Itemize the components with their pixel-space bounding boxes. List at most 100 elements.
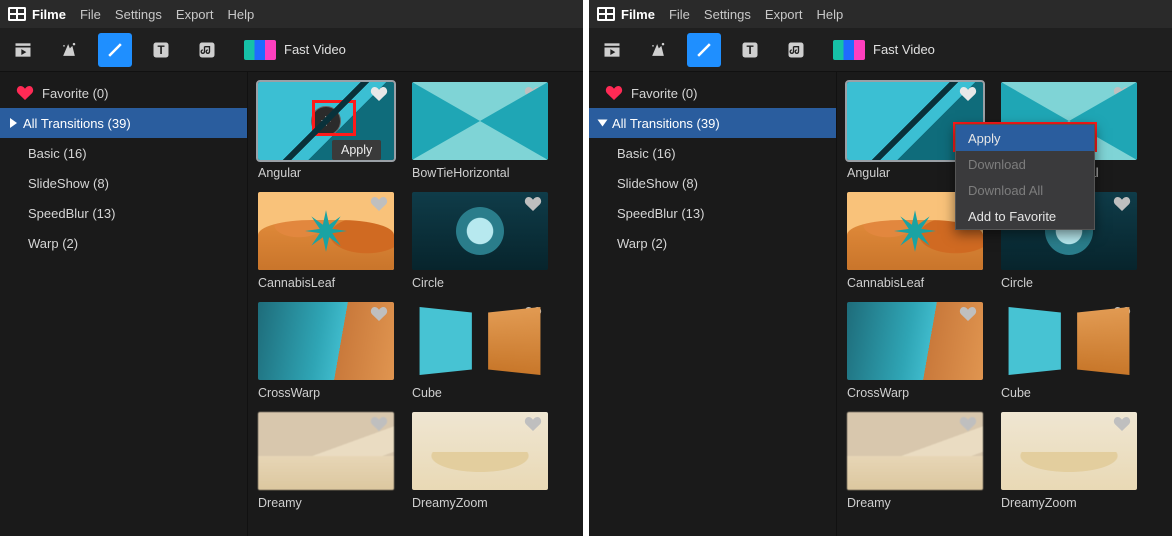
sidebar-warp[interactable]: Warp (2) <box>0 228 247 258</box>
favorite-toggle-icon[interactable] <box>524 86 542 102</box>
sidebar-speedblur[interactable]: SpeedBlur (13) <box>589 198 836 228</box>
app-name: Filme <box>32 7 66 22</box>
effects-tab-icon[interactable] <box>52 33 86 67</box>
transition-card-circle[interactable]: Circle <box>412 192 548 292</box>
media-tab-icon[interactable] <box>6 33 40 67</box>
transitions-grid: + Angular BowTieHorizontal Apply <box>248 72 583 536</box>
film-icon <box>597 7 615 21</box>
transition-card-cannabisleaf[interactable]: CannabisLeaf <box>258 192 394 292</box>
favorite-toggle-icon[interactable] <box>1113 196 1131 212</box>
transition-label: Circle <box>1001 276 1137 292</box>
ctx-add-favorite[interactable]: Add to Favorite <box>956 203 1094 229</box>
favorite-toggle-icon[interactable] <box>524 306 542 322</box>
favorite-toggle-icon[interactable] <box>370 416 388 432</box>
menu-settings[interactable]: Settings <box>115 7 162 22</box>
favorite-toggle-icon[interactable] <box>959 306 977 322</box>
favorite-toggle-icon[interactable] <box>524 196 542 212</box>
thumb-cube[interactable] <box>412 302 548 380</box>
thumb-crosswarp[interactable] <box>847 302 983 380</box>
app-name: Filme <box>621 7 655 22</box>
effects-tab-icon[interactable] <box>641 33 675 67</box>
ctx-apply[interactable]: Apply <box>956 125 1094 151</box>
fast-video-button[interactable]: Fast Video <box>833 40 935 60</box>
thumb-cube[interactable] <box>1001 302 1137 380</box>
menu-help[interactable]: Help <box>227 7 254 22</box>
favorite-toggle-icon[interactable] <box>959 86 977 102</box>
transition-label: Circle <box>412 276 548 292</box>
thumb-dreamyzoom[interactable] <box>1001 412 1137 490</box>
favorite-toggle-icon[interactable] <box>959 416 977 432</box>
favorite-toggle-icon[interactable] <box>524 416 542 432</box>
menu-export[interactable]: Export <box>765 7 803 22</box>
thumb-cannabisleaf[interactable] <box>258 192 394 270</box>
transition-card-cube[interactable]: Cube <box>412 302 548 402</box>
favorite-toggle-icon[interactable] <box>370 306 388 322</box>
transition-label: BowTieHorizontal <box>412 166 548 182</box>
thumb-circle[interactable] <box>412 192 548 270</box>
favorite-toggle-icon[interactable] <box>1113 86 1131 102</box>
thumb-bowtie[interactable] <box>412 82 548 160</box>
transition-card-dreamyzoom[interactable]: DreamyZoom <box>1001 412 1137 512</box>
apply-plus-button[interactable]: + <box>311 106 341 136</box>
transition-label: Angular <box>258 166 394 182</box>
ctx-download-all: Download All <box>956 177 1094 203</box>
thumb-dreamy[interactable] <box>847 412 983 490</box>
transition-card-crosswarp[interactable]: CrossWarp <box>258 302 394 402</box>
film-icon <box>8 7 26 21</box>
transition-card-dreamyzoom[interactable]: DreamyZoom <box>412 412 548 512</box>
transitions-tab-icon[interactable] <box>98 33 132 67</box>
thumb-dreamyzoom[interactable] <box>412 412 548 490</box>
svg-text:T: T <box>157 44 164 57</box>
sidebar-basic[interactable]: Basic (16) <box>589 138 836 168</box>
favorite-toggle-icon[interactable] <box>370 86 388 102</box>
sidebar-all-transitions[interactable]: All Transitions (39) <box>589 108 836 138</box>
thumb-crosswarp[interactable] <box>258 302 394 380</box>
sidebar-favorite[interactable]: Favorite (0) <box>589 78 836 108</box>
menubar: Filme File Settings Export Help <box>589 0 1172 28</box>
sidebar-favorite-label: Favorite (0) <box>631 86 697 101</box>
audio-tab-icon[interactable] <box>190 33 224 67</box>
sidebar-speedblur[interactable]: SpeedBlur (13) <box>0 198 247 228</box>
toolbar: T Fast Video <box>0 28 583 72</box>
text-tab-icon[interactable]: T <box>733 33 767 67</box>
menu-help[interactable]: Help <box>816 7 843 22</box>
sidebar-favorite[interactable]: Favorite (0) <box>0 78 247 108</box>
transition-card-crosswarp[interactable]: CrossWarp <box>847 302 983 402</box>
sidebar-all-label: All Transitions (39) <box>612 116 720 131</box>
transition-card-cube[interactable]: Cube <box>1001 302 1137 402</box>
highlight-box <box>312 100 356 136</box>
menu-export[interactable]: Export <box>176 7 214 22</box>
thumb-dreamy[interactable] <box>258 412 394 490</box>
sidebar-warp[interactable]: Warp (2) <box>589 228 836 258</box>
transition-card-bowtie[interactable]: BowTieHorizontal <box>412 82 548 182</box>
fast-video-label: Fast Video <box>873 42 935 57</box>
sidebar-all-transitions[interactable]: All Transitions (39) <box>0 108 247 138</box>
app-window-right: Filme File Settings Export Help T Fast V… <box>589 0 1172 536</box>
sidebar-slideshow[interactable]: SlideShow (8) <box>589 168 836 198</box>
sidebar-basic[interactable]: Basic (16) <box>0 138 247 168</box>
fast-video-label: Fast Video <box>284 42 346 57</box>
favorite-toggle-icon[interactable] <box>370 196 388 212</box>
transition-card-dreamy[interactable]: Dreamy <box>258 412 394 512</box>
app-logo: Filme <box>597 7 655 22</box>
sidebar-slideshow[interactable]: SlideShow (8) <box>0 168 247 198</box>
media-tab-icon[interactable] <box>595 33 629 67</box>
menu-file[interactable]: File <box>80 7 101 22</box>
app-logo: Filme <box>8 7 66 22</box>
menu-file[interactable]: File <box>669 7 690 22</box>
favorite-toggle-icon[interactable] <box>1113 416 1131 432</box>
audio-tab-icon[interactable] <box>779 33 813 67</box>
transition-card-angular[interactable]: + Angular <box>258 82 394 182</box>
menu-settings[interactable]: Settings <box>704 7 751 22</box>
fast-video-icon <box>833 40 865 60</box>
favorite-toggle-icon[interactable] <box>1113 306 1131 322</box>
heart-icon <box>16 85 34 101</box>
transition-card-dreamy[interactable]: Dreamy <box>847 412 983 512</box>
leaf-icon <box>303 208 349 254</box>
transition-label: CannabisLeaf <box>847 276 983 292</box>
leaf-icon <box>892 208 938 254</box>
transitions-tab-icon[interactable] <box>687 33 721 67</box>
text-tab-icon[interactable]: T <box>144 33 178 67</box>
transition-label: CrossWarp <box>258 386 394 402</box>
fast-video-button[interactable]: Fast Video <box>244 40 346 60</box>
